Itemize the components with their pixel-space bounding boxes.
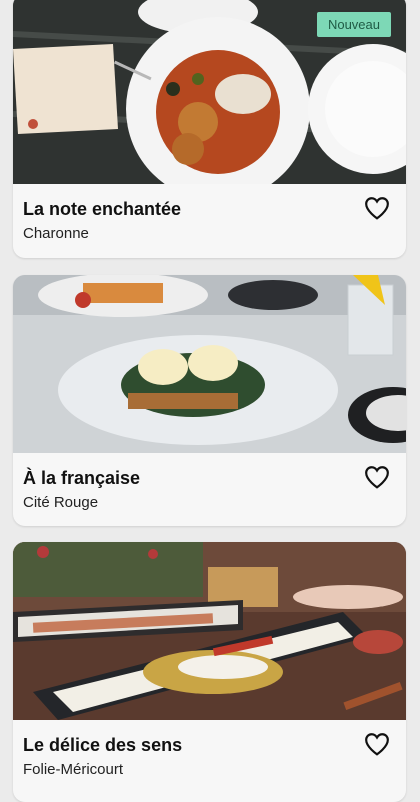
heart-outline-icon[interactable]	[364, 732, 390, 756]
restaurant-location: Cité Rouge	[23, 494, 99, 511]
heart-outline-icon[interactable]	[364, 465, 390, 489]
restaurant-photo[interactable]: Nouveau	[13, 0, 406, 184]
heart-outline-icon[interactable]	[364, 196, 390, 220]
restaurant-card[interactable]: À la française Cité Rouge	[13, 275, 406, 526]
restaurant-name: Le délice des sens	[23, 735, 183, 755]
restaurant-info: La note enchantée Charonne	[13, 184, 406, 242]
restaurant-name: La note enchantée	[23, 199, 182, 219]
restaurant-photo[interactable]	[13, 542, 406, 720]
restaurant-info: À la française Cité Rouge	[13, 453, 406, 511]
restaurant-info: Le délice des sens Folie-Méricourt	[13, 720, 406, 778]
restaurant-card[interactable]: Le délice des sens Folie-Méricourt	[13, 542, 406, 802]
new-badge: Nouveau	[316, 12, 391, 37]
restaurant-location: Folie-Méricourt	[23, 761, 124, 778]
restaurant-photo[interactable]	[13, 275, 406, 453]
restaurant-location: Charonne	[23, 225, 89, 242]
restaurant-list: Nouveau La note enchantée Charonne À la …	[0, 0, 420, 802]
restaurant-name: À la française	[23, 468, 141, 488]
restaurant-card[interactable]: Nouveau La note enchantée Charonne	[13, 0, 406, 258]
